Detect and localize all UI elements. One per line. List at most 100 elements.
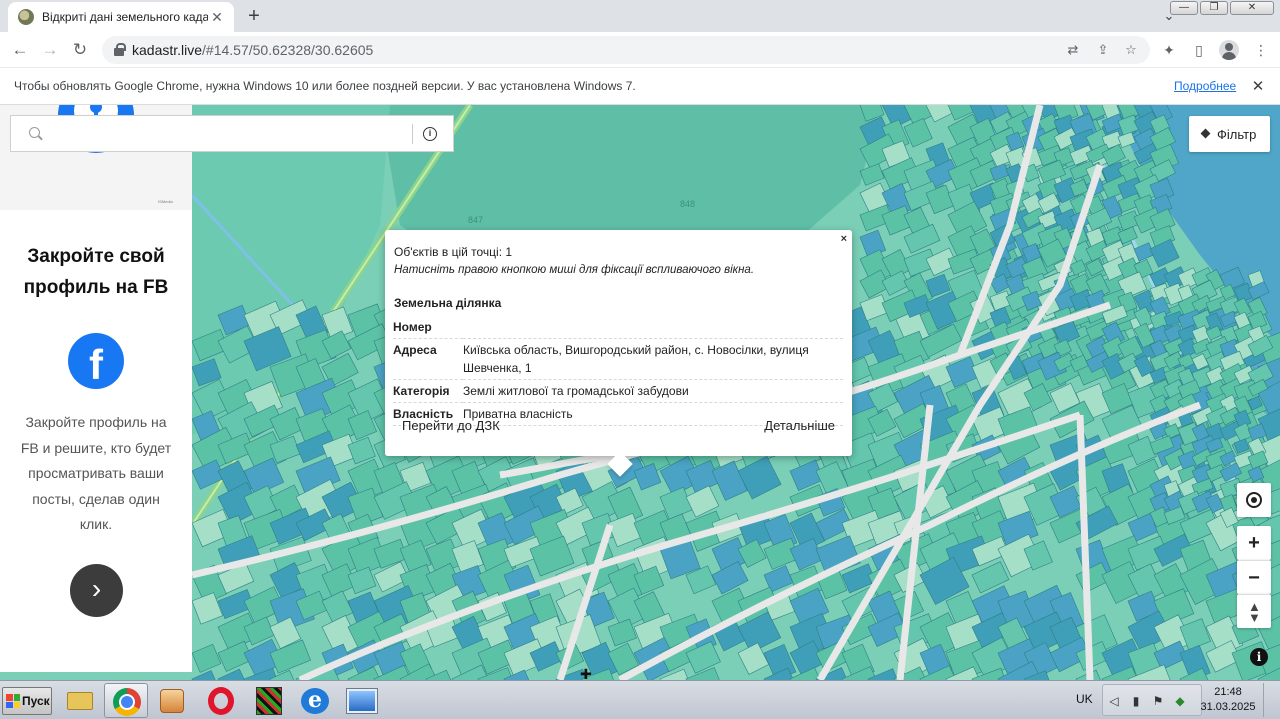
search-divider — [412, 124, 413, 144]
zoom-in-button[interactable]: + — [1237, 526, 1271, 560]
geolocate-button[interactable] — [1237, 483, 1271, 517]
close-window-button[interactable]: ✕ — [1230, 1, 1274, 15]
map-marker-icon: ✚ — [580, 666, 592, 682]
menu-kebab-icon[interactable]: ⋮ — [1252, 41, 1270, 59]
parcel-attributes-table: Номер Адреса Київська область, Вишгородс… — [393, 316, 843, 426]
clock-time: 21:48 — [1214, 686, 1242, 698]
zoom-out-button[interactable]: − — [1237, 560, 1271, 594]
back-arrow-icon[interactable]: ← — [8, 38, 32, 62]
tab-close-icon[interactable]: ✕ — [210, 9, 224, 26]
ad-body-line-4: посты, сделав один — [32, 490, 160, 507]
language-indicator[interactable]: UK — [1076, 692, 1093, 706]
details-button[interactable]: Детальніше — [764, 418, 835, 433]
attr-key: Адреса — [393, 338, 463, 380]
minimize-button[interactable]: — — [1170, 1, 1198, 15]
chrome-taskbar-button[interactable] — [104, 683, 148, 718]
game-taskbar-button[interactable] — [246, 683, 290, 718]
map-search-box[interactable]: i — [10, 115, 454, 152]
popup-object-count: Об'єктів в цій точці: 1 — [394, 245, 513, 259]
map-label-848: 848 — [680, 199, 695, 209]
lock-icon[interactable] — [114, 43, 126, 56]
popup-section-title: Земельна ділянка — [394, 296, 502, 310]
attr-key: Категорія — [393, 379, 463, 403]
compass-button[interactable]: ▲ ▼ — [1237, 594, 1271, 628]
action-center-flag-icon[interactable]: ⚑ — [1151, 694, 1165, 708]
security-shield-icon[interactable]: ◆ — [1173, 694, 1187, 708]
windows-logo-icon — [6, 694, 20, 708]
tab-strip: Відкриті дані земельного кадастру ✕ + ⌄ … — [0, 0, 1280, 32]
filter-button[interactable]: Фільтр — [1189, 116, 1270, 152]
new-tab-button[interactable]: + — [244, 4, 264, 28]
explorer-taskbar-button[interactable] — [58, 683, 102, 718]
url-host: kadastr.live — [132, 42, 203, 58]
pictures-taskbar-button[interactable] — [340, 683, 384, 718]
side-panel-icon[interactable]: ▯ — [1190, 41, 1208, 59]
go-to-dzk-button[interactable]: Перейти до ДЗК — [402, 418, 500, 433]
start-label: Пуск — [22, 694, 50, 708]
popup-close-button[interactable]: × — [841, 233, 847, 245]
url-path: /#14.57/50.62328/30.62605 — [202, 42, 374, 58]
ad-panel[interactable]: ISMedia Закройте свой профиль на FB f За… — [0, 105, 192, 672]
table-row: Категорія Землі житлової та громадської … — [393, 379, 843, 403]
ad-body-line-2: FB и решите, кто будет — [20, 439, 172, 456]
media-player-icon — [160, 689, 184, 713]
attr-value: Київська область, Вишгородський район, с… — [463, 338, 843, 380]
network-signal-icon[interactable]: ▮ — [1129, 694, 1143, 708]
picture-viewer-icon — [346, 688, 378, 714]
infobar-more-link[interactable]: Подробнее — [1174, 79, 1236, 93]
bookmark-star-icon[interactable]: ☆ — [1122, 41, 1140, 59]
volume-icon[interactable]: ◁ — [1107, 694, 1121, 708]
attr-value — [463, 316, 843, 339]
ad-headline-line-1: Закройте свой — [27, 246, 165, 267]
opera-icon — [208, 687, 234, 715]
attribution-info-icon[interactable]: i — [1250, 648, 1268, 666]
infobar-message: Чтобы обновлять Google Chrome, нужна Win… — [14, 79, 636, 93]
search-info-icon[interactable]: i — [423, 127, 437, 141]
ad-body-line-1: Закройте профиль на — [25, 414, 167, 430]
window-controls: — ❐ ✕ — [1170, 1, 1274, 15]
attr-key: Номер — [393, 316, 463, 339]
keyhole-icon — [90, 105, 102, 121]
popup-hint: Натисніть правою кнопкою миші для фіксац… — [394, 264, 755, 276]
address-bar[interactable]: kadastr.live/#14.57/50.62328/30.62605 ⇄ … — [102, 36, 1150, 64]
table-row: Номер — [393, 316, 843, 339]
browser-toolbar: ← → ↻ kadastr.live/#14.57/50.62328/30.62… — [0, 32, 1280, 68]
start-button[interactable]: Пуск — [2, 687, 52, 715]
folder-icon — [67, 692, 93, 710]
attr-value: Землі житлової та громадської забудови — [463, 379, 843, 403]
system-tray: ◁ ▮ ⚑ ◆ — [1102, 684, 1202, 716]
site-favicon-icon — [18, 9, 34, 25]
popup-actions: Перейти до ДЗК Детальніше — [385, 418, 852, 438]
chrome-icon — [113, 688, 141, 716]
translate-icon[interactable]: ⇄ — [1064, 41, 1082, 59]
media-player-taskbar-button[interactable] — [150, 683, 194, 718]
opera-taskbar-button[interactable] — [198, 683, 242, 718]
compass-north-icon: ▲ ▼ — [1248, 599, 1261, 625]
taskbar-clock[interactable]: 21:48 31.03.2025 — [1196, 685, 1260, 715]
ad-body-line-3: просматривать ваши — [28, 465, 164, 481]
search-input[interactable] — [51, 122, 411, 146]
profile-avatar-icon[interactable] — [1219, 40, 1239, 60]
show-desktop-button[interactable] — [1263, 683, 1278, 717]
ad-headline-line-2: профиль на FB — [23, 277, 169, 298]
locate-icon — [1246, 492, 1262, 508]
search-icon — [29, 127, 40, 138]
restore-button[interactable]: ❐ — [1200, 1, 1228, 15]
ie-taskbar-button[interactable]: e — [292, 683, 336, 718]
browser-tab[interactable]: Відкриті дані земельного кадастру ✕ — [8, 2, 234, 32]
map-label-847: 847 — [468, 215, 483, 225]
tab-title: Відкриті дані земельного кадастру — [42, 10, 208, 24]
infobar-close-icon[interactable]: ✕ — [1250, 77, 1266, 95]
clock-date: 31.03.2025 — [1200, 701, 1256, 713]
extensions-puzzle-icon[interactable]: ✦ — [1160, 41, 1178, 59]
url-text[interactable]: kadastr.live/#14.57/50.62328/30.62605 — [132, 42, 373, 58]
share-icon[interactable]: ⇪ — [1094, 41, 1112, 59]
table-row: Адреса Київська область, Вишгородський р… — [393, 338, 843, 380]
reload-icon[interactable]: ↻ — [68, 38, 92, 62]
ad-next-arrow-button[interactable]: › — [70, 564, 123, 617]
windows-taskbar: Пуск e UK ◁ ▮ ⚑ ◆ 21:48 31.03.2025 — [0, 680, 1280, 719]
game-icon — [256, 687, 282, 715]
parcel-popup[interactable]: × Об'єктів в цій точці: 1 Натисніть прав… — [385, 230, 852, 477]
forward-arrow-icon[interactable]: → — [38, 38, 62, 62]
update-infobar: Чтобы обновлять Google Chrome, нужна Win… — [0, 68, 1280, 105]
